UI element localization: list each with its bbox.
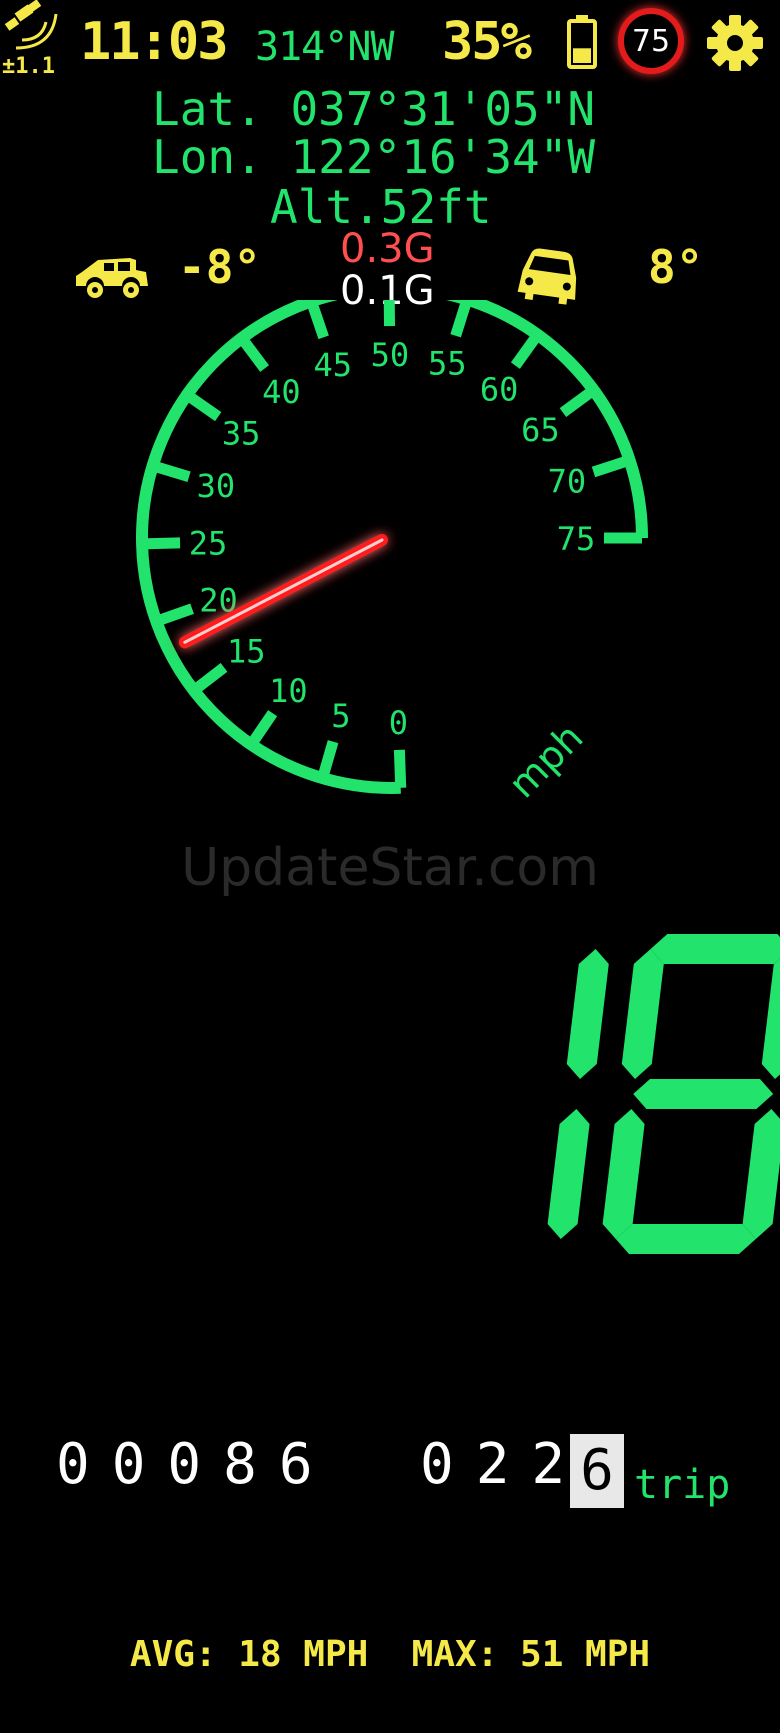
gauge-tick-label: 30 xyxy=(197,467,236,505)
digit-segment xyxy=(602,1109,645,1239)
gauge-tick-label: 70 xyxy=(548,463,587,501)
gauge-tick xyxy=(317,740,339,780)
gauge-tick xyxy=(510,331,543,369)
gauge-tick-label: 55 xyxy=(428,344,467,382)
gauge-tick xyxy=(450,300,473,338)
gauge-tick-label: 5 xyxy=(331,697,350,735)
gauge-tick xyxy=(306,300,329,340)
gauge-tick xyxy=(237,334,270,372)
watermark: UpdateStar.com xyxy=(181,838,599,898)
gauge-tick xyxy=(246,710,278,748)
clock: 11:03 xyxy=(80,12,229,72)
gauge-tick xyxy=(190,662,228,695)
speedometer-gauge: 051015202530354045 50 5560657075 mph xyxy=(136,300,648,806)
gauge-tick-label: 65 xyxy=(521,411,560,449)
gauge-tick-label: 15 xyxy=(227,632,266,670)
gauge-tick-label: 60 xyxy=(480,370,519,408)
gauge-tick xyxy=(141,537,181,550)
pitch-angle: -8° xyxy=(178,240,262,294)
gauge-tick xyxy=(393,749,407,789)
odometer-total: 00086 xyxy=(56,1432,335,1497)
gauge-tick xyxy=(559,385,597,418)
gauge-tick-label: 75 xyxy=(557,520,596,558)
gauge-tick xyxy=(151,460,191,482)
trip-odometer-last-digit: 6 xyxy=(570,1434,624,1508)
battery-icon xyxy=(567,15,597,69)
longitude: Lon. 122°16'34"W xyxy=(152,130,596,184)
compass-heading: 314°NW xyxy=(255,24,394,70)
g-force-lateral: 0.3G xyxy=(340,226,435,272)
gps-accuracy: ±1.1 xyxy=(2,54,55,79)
roll-angle: 8° xyxy=(648,240,704,294)
trip-odometer[interactable]: 022 xyxy=(420,1432,587,1497)
gauge-tick xyxy=(591,454,632,478)
speed-limit-sign[interactable]: 75 xyxy=(618,8,684,74)
gauge-tick xyxy=(183,390,222,422)
gauge-unit-label: mph xyxy=(500,715,591,806)
gauge-tick-label: 40 xyxy=(262,373,301,411)
gauge-tick-label: 45 xyxy=(313,346,352,384)
digit-segment xyxy=(761,958,780,1079)
trip-label: trip xyxy=(634,1462,731,1508)
gauge-tick-label: 35 xyxy=(222,415,261,453)
gauge-tick-label: 50 xyxy=(371,336,410,374)
gauge-tick-label: 0 xyxy=(389,704,408,742)
gauge-tick xyxy=(154,603,194,627)
car-front-icon xyxy=(517,248,577,305)
digit-segment xyxy=(615,1224,756,1254)
satellite-icon xyxy=(4,0,58,50)
digit-segment xyxy=(633,1079,774,1109)
gauge-tick-label: 10 xyxy=(269,672,308,710)
digit-segment xyxy=(566,949,609,1079)
digit-segment xyxy=(547,1109,590,1239)
gear-icon[interactable] xyxy=(706,14,764,72)
digital-speed xyxy=(547,934,780,1254)
car-side-icon xyxy=(76,258,148,298)
speed-stats: AVG: 18 MPH MAX: 51 MPH xyxy=(129,1634,651,1675)
digit-segment xyxy=(621,949,664,1079)
digit-segment xyxy=(650,934,780,964)
digit-segment xyxy=(742,1109,780,1239)
latitude: Lat. 037°31'05"N xyxy=(152,82,596,136)
battery-percentage: 35% xyxy=(442,12,532,72)
gauge-tick-label: 25 xyxy=(189,524,228,562)
